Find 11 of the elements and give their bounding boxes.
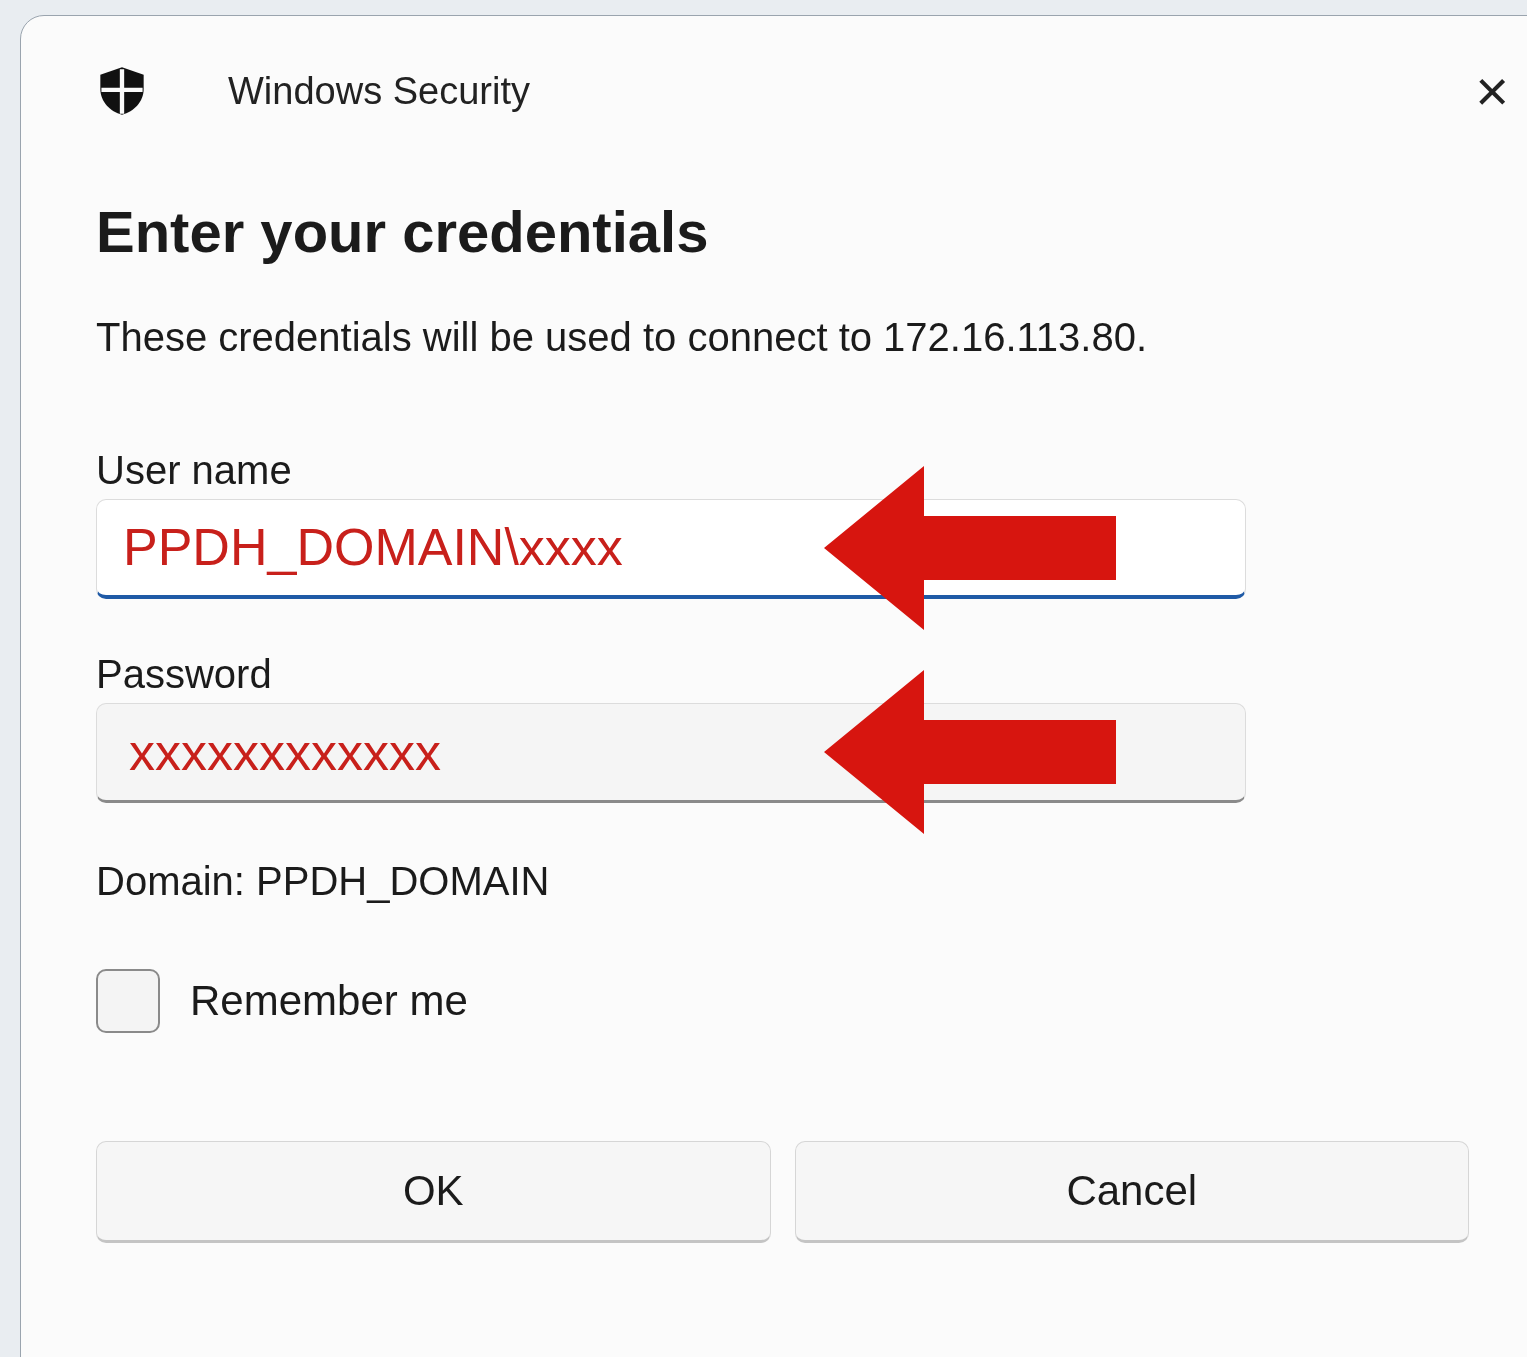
window-title: Windows Security (228, 68, 530, 114)
checkbox[interactable] (96, 968, 160, 1033)
close-button[interactable]: × (1467, 62, 1517, 120)
dialog-button[interactable]: Cancel (794, 1140, 1469, 1243)
field-label: User name (96, 446, 293, 494)
domain-text: Domain: PPDH_DOMAIN (96, 857, 551, 905)
checkbox-label: Remember me (190, 976, 468, 1026)
field-label: Password (96, 650, 273, 698)
description-text: These credentials will be used to connect to 172.16.113.80. (96, 313, 1149, 361)
dialog-heading: Enter your credentials (96, 198, 710, 266)
dialog-button[interactable]: OK (96, 1140, 771, 1243)
